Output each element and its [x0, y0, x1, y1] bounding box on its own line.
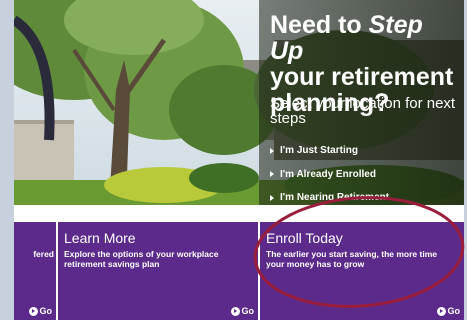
step-label: I'm Already Enrolled: [280, 168, 376, 180]
play-circle-icon: [28, 306, 38, 316]
step-link-just-starting[interactable]: I'm Just Starting: [270, 139, 460, 163]
arrow-right-icon: [270, 171, 274, 178]
go-link[interactable]: Go: [436, 306, 460, 316]
promo-panel-offered[interactable]: fered Go: [14, 222, 56, 320]
go-link[interactable]: Go: [230, 306, 254, 316]
step-link-nearing-retirement[interactable]: I'm Nearing Retirement: [270, 186, 460, 205]
panel-description: The earlier you start saving, the more t…: [266, 249, 438, 269]
panel-title: Enroll Today: [266, 230, 343, 246]
promo-panel-enroll-today[interactable]: Enroll Today The earlier you start savin…: [260, 222, 464, 320]
go-link[interactable]: Go: [28, 306, 52, 316]
panel-title: Learn More: [64, 230, 136, 246]
hero-subheadline: Select your location for next steps: [270, 95, 456, 127]
panel-description: Explore the options of your workplace re…: [64, 249, 219, 269]
web-page: Need to Step Up your retirement planning…: [14, 0, 464, 320]
arrow-right-icon: [270, 147, 274, 154]
divider-strip: [14, 205, 464, 223]
hero-banner: Need to Step Up your retirement planning…: [14, 0, 464, 205]
play-circle-icon: [436, 306, 446, 316]
location-steps: I'm Just Starting I'm Already Enrolled I…: [270, 139, 460, 205]
step-label: I'm Just Starting: [280, 145, 358, 157]
panel-description: fered: [33, 249, 54, 259]
promo-panel-learn-more[interactable]: Learn More Explore the options of your w…: [58, 222, 258, 320]
step-label: I'm Nearing Retirement: [280, 192, 390, 204]
arrow-right-icon: [270, 194, 274, 201]
step-link-already-enrolled[interactable]: I'm Already Enrolled: [270, 163, 460, 187]
play-circle-icon: [230, 306, 240, 316]
promo-panels: fered Go Learn More Explore the options …: [14, 222, 464, 320]
